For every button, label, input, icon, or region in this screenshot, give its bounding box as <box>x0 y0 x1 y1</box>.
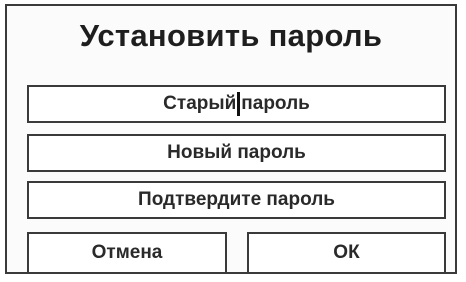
cancel-button[interactable]: Отмена <box>27 232 227 274</box>
set-password-dialog: Установить пароль Старый пароль Новый пар… <box>5 4 457 274</box>
old-password-text-end: пароль <box>241 93 310 114</box>
confirm-password-placeholder: Подтвердите пароль <box>138 189 335 210</box>
old-password-field[interactable]: Старый пароль <box>27 85 446 123</box>
old-password-text-start: Старый <box>163 93 237 114</box>
dialog-title: Установить пароль <box>79 18 383 53</box>
new-password-field[interactable]: Новый пароль <box>27 134 446 172</box>
cancel-button-label: Отмена <box>91 242 163 263</box>
new-password-placeholder: Новый пароль <box>167 142 306 163</box>
ok-button-label: ОК <box>333 242 360 263</box>
text-cursor <box>237 92 241 116</box>
ok-button[interactable]: ОК <box>247 232 446 274</box>
confirm-password-field[interactable]: Подтвердите пароль <box>27 181 446 219</box>
